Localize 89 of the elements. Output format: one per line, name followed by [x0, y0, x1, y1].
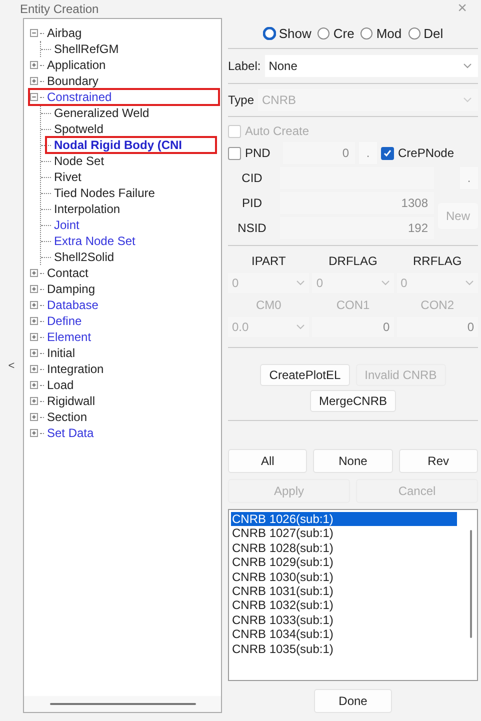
expand-icon[interactable] [30, 317, 38, 325]
list-item[interactable]: CNRB 1026(sub:1) [231, 512, 457, 526]
selection-button[interactable]: All [228, 449, 308, 473]
tree-item[interactable]: Nodal Rigid Body (CNI [54, 138, 182, 152]
tree-item[interactable]: ShellRefGM [54, 42, 119, 56]
expand-icon[interactable] [30, 301, 38, 309]
caret-icon [463, 63, 472, 69]
checkbox-label: CrePNode [398, 146, 454, 160]
merge-button[interactable]: MergeCNRB [310, 390, 396, 412]
column-label: IPART [250, 253, 287, 270]
expand-icon[interactable] [30, 77, 38, 85]
selection-button[interactable]: Rev [398, 449, 478, 473]
caret-icon [380, 280, 390, 286]
column-label: DRFLAG [328, 253, 378, 270]
tree-item[interactable]: Extra Node Set [54, 234, 136, 248]
radio-option[interactable]: Cre [317, 26, 354, 40]
collapse-handle[interactable]: < [0, 18, 23, 713]
tree-item[interactable]: Element [47, 330, 92, 344]
action-button[interactable]: CreatePlotEL [260, 364, 350, 386]
selection-button[interactable]: None [313, 449, 393, 473]
tree-item[interactable]: Application [47, 58, 106, 72]
column-label: RRFLAG [412, 253, 463, 270]
list-item[interactable]: CNRB 1034(sub:1) [231, 627, 457, 642]
scrollbar-thumb[interactable] [470, 530, 472, 638]
caret-icon [465, 280, 474, 286]
checkbox-label: PND [245, 146, 272, 160]
tree-item[interactable]: Node Set [54, 154, 104, 168]
tree-item[interactable]: Integration [47, 362, 104, 376]
expand-icon[interactable] [30, 349, 38, 357]
field-label: CID [240, 171, 264, 185]
list-item[interactable]: CNRB 1028(sub:1) [231, 540, 457, 556]
tree-item[interactable]: Rivet [54, 170, 82, 184]
expand-icon[interactable] [30, 333, 38, 341]
field-label: NSID [236, 221, 268, 235]
tree-item[interactable]: Tied Nodes Failure [54, 186, 155, 200]
tree-item[interactable]: Rigidwall [47, 394, 96, 408]
expand-icon[interactable] [30, 61, 38, 69]
list-item[interactable]: CNRB 1033(sub:1) [231, 612, 457, 628]
tree-item[interactable]: Joint [54, 218, 80, 232]
expand-icon[interactable] [30, 365, 38, 373]
column-label: CON2 [420, 297, 455, 314]
tree-item[interactable]: Spotweld [54, 122, 104, 136]
tree-item[interactable]: Set Data [47, 426, 94, 440]
window-title: Entity Creation [20, 2, 99, 16]
expand-icon[interactable] [30, 397, 38, 405]
list-item[interactable]: CNRB 1029(sub:1) [231, 555, 457, 570]
tree-item[interactable]: Damping [47, 282, 96, 296]
expand-icon[interactable] [30, 381, 38, 389]
expand-icon[interactable] [30, 285, 38, 293]
expand-icon[interactable] [30, 429, 38, 437]
scrollbar-thumb[interactable] [50, 703, 196, 705]
expand-icon[interactable] [30, 413, 38, 421]
tree-item[interactable]: Interpolation [54, 202, 120, 216]
checkbox[interactable] [228, 146, 241, 160]
tree-item[interactable]: Contact [47, 266, 88, 280]
list-item[interactable]: CNRB 1027(sub:1) [231, 526, 457, 541]
caret-icon [463, 97, 472, 103]
list-item[interactable]: CNRB 1035(sub:1) [231, 642, 457, 656]
expand-icon[interactable] [30, 269, 38, 277]
tree-item[interactable]: Airbag [47, 26, 82, 40]
column-label: CM0 [254, 297, 282, 314]
collapse-icon[interactable] [30, 93, 38, 101]
checkbox[interactable] [381, 146, 394, 160]
list-item[interactable]: CNRB 1031(sub:1) [231, 584, 457, 598]
tree-item[interactable]: Define [47, 314, 82, 328]
collapse-icon[interactable] [30, 29, 38, 37]
field-label: Type [228, 93, 254, 107]
radio-option[interactable]: Mod [360, 26, 402, 40]
column-label: CON1 [335, 297, 371, 314]
caret-icon [296, 280, 306, 286]
tree-item[interactable]: Shell2Solid [54, 250, 114, 264]
tree-item[interactable]: Section [47, 410, 88, 424]
radio-option[interactable]: Show [262, 26, 312, 40]
tree-item[interactable]: Initial [47, 346, 76, 360]
tree-item[interactable]: Database [47, 298, 98, 312]
list-item[interactable]: CNRB 1032(sub:1) [231, 598, 457, 613]
label-dropdown[interactable]: None [264, 55, 478, 77]
done-button[interactable]: Done [314, 689, 392, 713]
checkbox-label: Auto Create [245, 124, 310, 138]
list-item[interactable]: CNRB 1030(sub:1) [231, 570, 457, 584]
tree-item[interactable]: Load [47, 378, 74, 392]
tree-item[interactable]: Boundary [47, 74, 98, 88]
caret-icon [296, 324, 306, 330]
field-label: Label: [228, 59, 261, 73]
tree-item[interactable]: Constrained [47, 90, 112, 104]
field-label: PID [240, 196, 263, 210]
check-icon [383, 148, 392, 158]
radio-option[interactable]: Del [408, 26, 444, 40]
tree-item[interactable]: Generalized Weld [54, 106, 150, 120]
